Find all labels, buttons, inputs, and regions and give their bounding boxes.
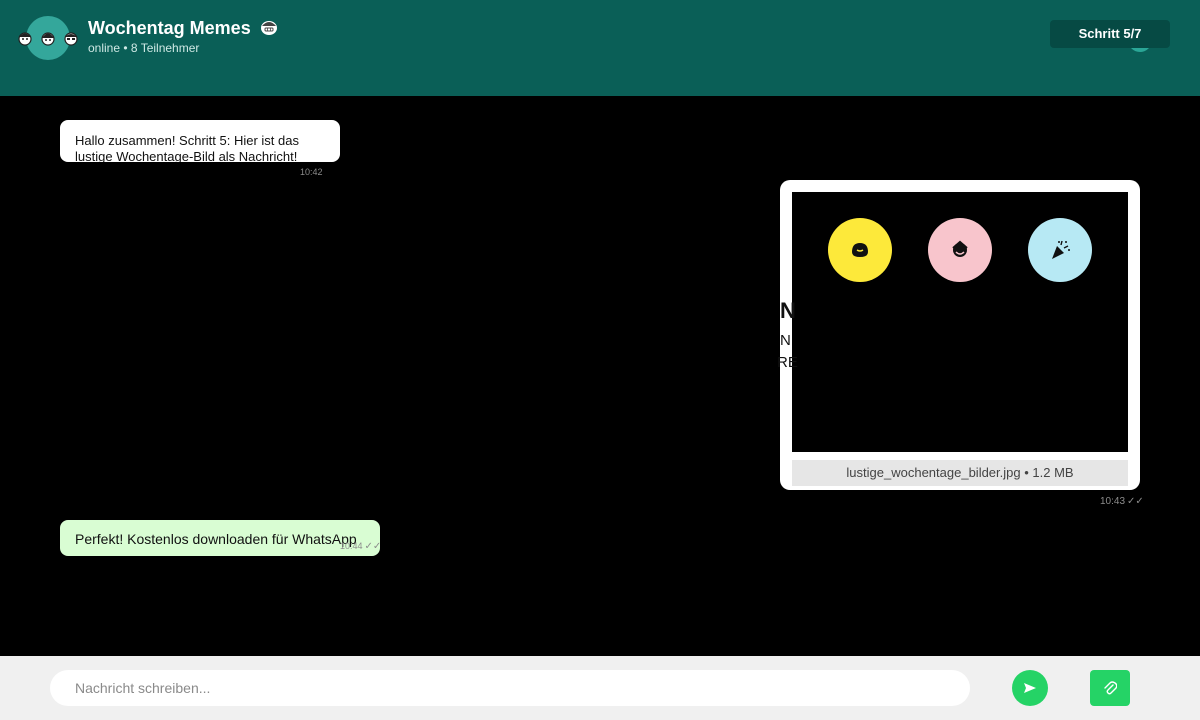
sticker-pink (928, 218, 992, 282)
chat-area[interactable]: Hallo zusammen! Schritt 5: Hier ist das … (0, 96, 1200, 656)
incoming-message-time: 10:42 (300, 167, 323, 177)
send-arrow-icon (1024, 683, 1036, 693)
message-input[interactable] (50, 670, 970, 706)
chat-header: Wochentag Memes online • 8 Teilnehmer Sc… (0, 0, 1200, 96)
image-edge-text: N (780, 298, 796, 323)
send-button[interactable] (1012, 670, 1048, 706)
happy-face-icon (952, 240, 968, 257)
outgoing-message-time: 10:44 ✓✓ (340, 541, 381, 552)
smiling-blob-icon (852, 243, 868, 257)
sticker-blue (1028, 218, 1092, 282)
person-face-icon (18, 32, 32, 46)
chat-subtitle: online • 8 Teilnehmer (88, 41, 200, 55)
image-edge-text: N (780, 332, 791, 349)
outgoing-message-text: Perfekt! Kostenlos downloaden für WhatsA… (75, 531, 357, 547)
party-popper-icon (1052, 240, 1070, 259)
image-time-text: 10:43 (1100, 496, 1126, 507)
incoming-message-text: Hallo zusammen! Schritt 5: Hier ist das … (75, 133, 299, 162)
incoming-message[interactable]: Hallo zusammen! Schritt 5: Hier ist das … (60, 120, 340, 162)
attach-button[interactable] (1090, 670, 1130, 706)
image-message-time: 10:43 ✓✓ (1100, 496, 1144, 507)
message-composer (0, 656, 1200, 720)
chat-title[interactable]: Wochentag Memes (88, 18, 278, 39)
person-face-icon (41, 32, 55, 46)
image-message[interactable]: lustige_wochentage_bilder.jpg • 1.2 MB N… (777, 180, 1140, 490)
image-caption: lustige_wochentage_bilder.jpg • 1.2 MB (792, 460, 1128, 486)
image-preview[interactable] (792, 192, 1128, 452)
grimace-face-icon (260, 21, 277, 35)
outgoing-message[interactable]: Perfekt! Kostenlos downloaden für WhatsA… (60, 520, 380, 556)
chat-title-text: Wochentag Memes (88, 18, 251, 38)
image-edge-text: RE (777, 354, 798, 371)
outgoing-time-text: 10:44 (340, 541, 363, 551)
read-receipt-icon: ✓✓ (1127, 496, 1144, 507)
sticker-yellow (828, 218, 892, 282)
person-face-icon (64, 32, 78, 46)
avatar-faces (16, 29, 80, 49)
step-indicator: Schritt 5/7 (1050, 20, 1170, 48)
paperclip-icon (1104, 681, 1117, 695)
read-receipt-icon: ✓✓ (364, 541, 382, 552)
